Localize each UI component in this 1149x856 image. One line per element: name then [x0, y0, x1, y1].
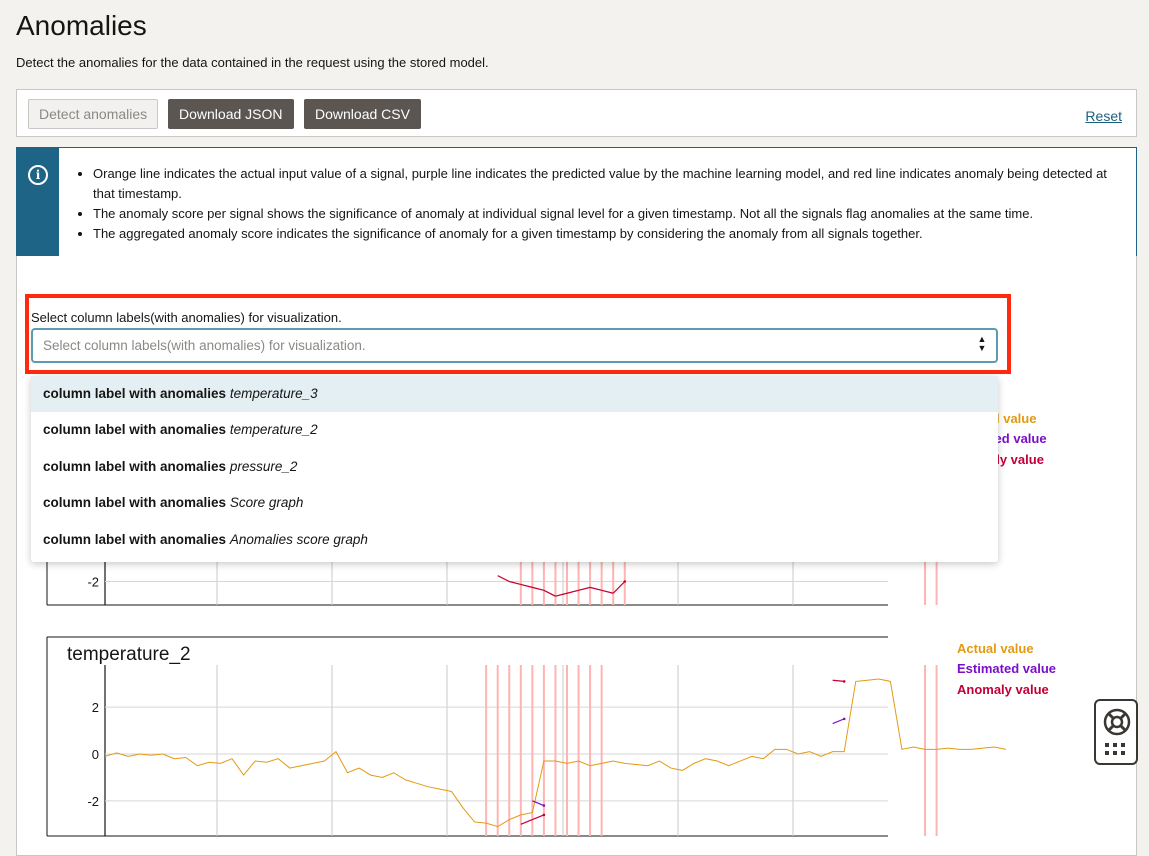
series-segment-anomaly [612, 581, 626, 594]
series-segment-anomaly [589, 586, 602, 591]
y-tick-label: -2 [87, 575, 99, 590]
y-tick-label: -2 [87, 794, 99, 809]
dropdown-option-score-graph[interactable]: column label with anomalies Score graph [31, 485, 998, 521]
series-point-estimated [842, 717, 846, 721]
series-segment-anomaly [543, 589, 556, 597]
series-segment-anomaly [601, 589, 614, 594]
series-segment-anomaly [555, 592, 568, 597]
updown-chevron-icon: ▲ ▼ [977, 334, 987, 353]
legend-anomaly: Anomaly value [957, 682, 1049, 697]
dropdown-option-pressure-2[interactable]: column label with anomalies pressure_2 [31, 449, 998, 485]
series-segment-anomaly [532, 586, 545, 591]
help-widget[interactable] [1094, 699, 1138, 765]
apps-grid-icon [1105, 743, 1125, 755]
chart-title: temperature_2 [67, 644, 191, 665]
legend-estimated: Estimated value [957, 661, 1056, 676]
y-tick-label: 0 [92, 747, 99, 762]
series-line-actual [497, 575, 626, 597]
dropdown-option-temperature-3[interactable]: column label with anomalies temperature_… [31, 376, 998, 412]
legend-actual: Actual value [957, 641, 1034, 656]
series-segment-anomaly [520, 819, 533, 825]
series-segment-anomaly [497, 575, 510, 583]
series-point-estimated [542, 804, 546, 807]
lifebuoy-icon [1103, 708, 1131, 736]
series-segment-anomaly [832, 679, 845, 682]
series-segment-anomaly [566, 589, 579, 594]
column-dropdown: column label with anomalies temperature_… [31, 376, 998, 562]
select-label: Select column labels(with anomalies) for… [31, 310, 342, 325]
y-tick-label: 2 [92, 700, 99, 715]
dropdown-option-temperature-2[interactable]: column label with anomalies temperature_… [31, 412, 998, 448]
series-point-anomaly [842, 680, 846, 683]
select-placeholder: Select column labels(with anomalies) for… [43, 338, 366, 353]
series-segment-anomaly [532, 814, 545, 821]
series-segment-estimated [832, 718, 845, 725]
dropdown-option-anomalies-score-graph[interactable]: column label with anomalies Anomalies sc… [31, 522, 998, 558]
series-point-anomaly [542, 813, 546, 817]
column-select[interactable]: Select column labels(with anomalies) for… [31, 328, 998, 363]
legend-actual: l value [996, 411, 1036, 426]
series-point-anomaly [623, 580, 627, 583]
series-segment-anomaly [578, 586, 591, 591]
series-segment-anomaly [520, 583, 533, 588]
